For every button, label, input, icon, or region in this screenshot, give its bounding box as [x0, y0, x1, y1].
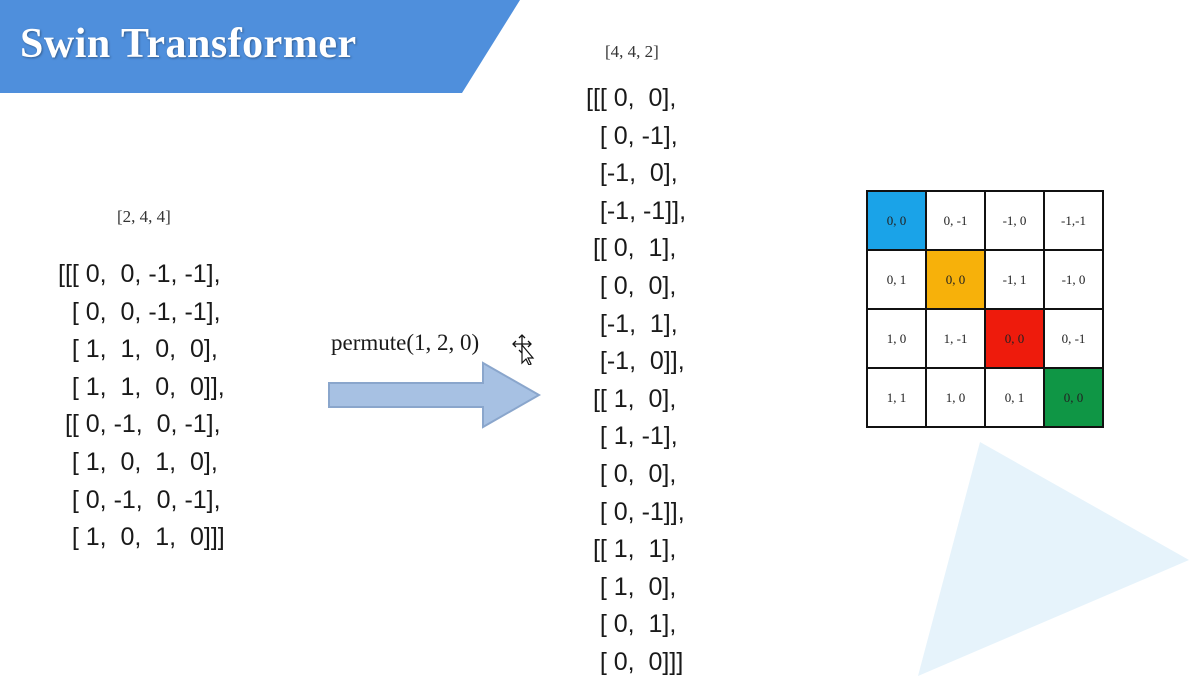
right-tensor-line: [[ 1, 0], [586, 384, 677, 413]
right-tensor-line: [[ 1, 1], [586, 535, 677, 564]
grid-cell: 0, 1 [986, 369, 1045, 428]
right-tensor-line: [[[ 0, 0], [586, 84, 677, 112]
grid-cell: 0, 0 [927, 251, 986, 310]
decorative-triangle [918, 442, 1189, 676]
right-tensor-line: [ 0, -1]], [586, 497, 685, 526]
left-tensor-line: [ 1, 1, 0, 0]], [58, 372, 225, 401]
left-tensor-line: [ 0, -1, 0, -1], [58, 485, 221, 514]
grid-cell: 1, -1 [927, 310, 986, 369]
right-tensor-line: [ 0, 1], [586, 610, 677, 639]
right-tensor-line: [ 0, 0], [586, 459, 677, 488]
grid-cell: 1, 0 [927, 369, 986, 428]
left-tensor-line: [ 1, 0, 1, 0]]] [58, 523, 225, 552]
right-tensor-line: [-1, 0]], [586, 347, 685, 376]
left-tensor-line: [[[ 0, 0, -1, -1], [58, 260, 221, 288]
left-tensor-line: [ 0, 0, -1, -1], [58, 297, 221, 326]
right-tensor: [[[ 0, 0], [ 0, -1], [-1, 0], [-1, -1]],… [586, 80, 686, 682]
right-tensor-line: [-1, 0], [586, 159, 678, 188]
grid-cell: -1, 0 [986, 192, 1045, 251]
right-tensor-line: [ 1, -1], [586, 422, 678, 451]
left-tensor-line: [ 1, 0, 1, 0], [58, 447, 218, 476]
grid-cell: 1, 0 [868, 310, 927, 369]
right-shape-label: [4, 4, 2] [605, 42, 659, 61]
right-tensor-line: [ 0, -1], [586, 121, 678, 150]
right-tensor-line: [-1, -1]], [586, 196, 687, 225]
left-shape-label: [2, 4, 4] [117, 207, 171, 226]
permute-label: permute(1, 2, 0) [331, 330, 480, 355]
right-tensor-line: [ 0, 0], [586, 271, 677, 300]
grid-cell: 0, 0 [986, 310, 1045, 369]
grid-cell: 0, 0 [1045, 369, 1104, 428]
left-tensor: [[[ 0, 0, -1, -1], [ 0, 0, -1, -1], [ 1,… [58, 256, 225, 557]
right-tensor-line: [[ 0, 1], [586, 234, 677, 263]
grid-cell: 0, -1 [927, 192, 986, 251]
grid-cell: 0, 1 [868, 251, 927, 310]
right-tensor-line: [ 1, 0], [586, 572, 677, 601]
left-tensor-line: [[ 0, -1, 0, -1], [58, 410, 221, 439]
grid-cell: -1, 1 [986, 251, 1045, 310]
right-arrow-icon [328, 361, 542, 429]
grid-cell: -1,-1 [1045, 192, 1104, 251]
left-tensor-line: [ 1, 1, 0, 0], [58, 335, 218, 364]
right-tensor-line: [-1, 1], [586, 309, 678, 338]
right-tensor-line: [ 0, 0]]] [586, 647, 684, 676]
grid-cell: 0, -1 [1045, 310, 1104, 369]
grid-cell: -1, 0 [1045, 251, 1104, 310]
slide-title: Swin Transformer [20, 21, 357, 67]
grid-cell: 1, 1 [868, 369, 927, 428]
grid-cell: 0, 0 [868, 192, 927, 251]
relative-position-grid: 0, 0 0, -1 -1, 0 -1,-1 0, 1 0, 0 -1, 1 -… [866, 190, 1104, 428]
